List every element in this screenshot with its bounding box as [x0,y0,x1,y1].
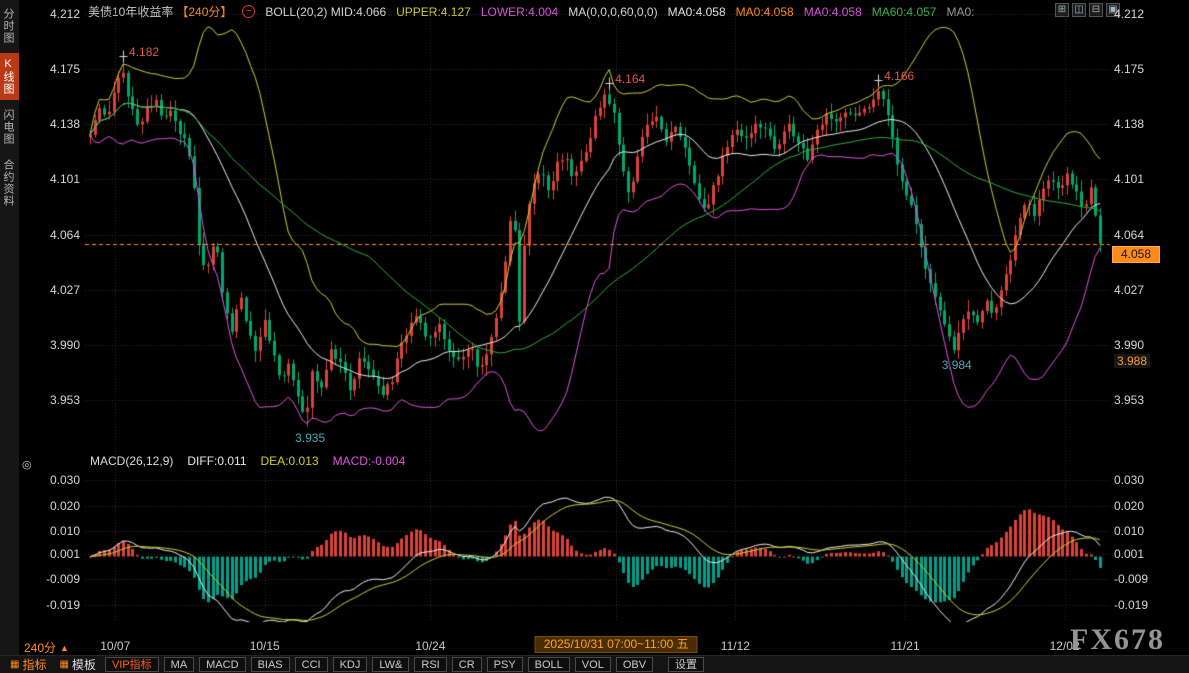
macd-tick-label: -0.009 [20,572,80,586]
toolbar-button-cci[interactable]: CCI [295,657,328,672]
toolbar-tab-templates[interactable]: ▦ 模板 [55,656,99,673]
macd-tick-label: 0.030 [20,473,80,487]
reference-price-marker: 3.988 [1114,354,1150,368]
price-tick-label: 4.064 [1114,228,1184,242]
macd-tick-label: -0.009 [1114,572,1184,586]
price-tick-label: 4.138 [1114,117,1184,131]
toolbar-button-obv[interactable]: OBV [616,657,653,672]
toolbar-button-vol[interactable]: VOL [575,657,611,672]
right-price-axis: 4.212 4.175 4.138 4.101 4.064 4.027 3.990 3.953… [1114,0,1184,634]
macd-tick-label: 0.020 [20,499,80,513]
macd-tick-label: 0.010 [1114,524,1184,538]
price-tick-label: 3.953 [20,393,80,407]
macd-tick-label: 0.020 [1114,499,1184,513]
price-tick-label: 3.990 [1114,338,1184,352]
date-label: 11/12 [721,639,750,653]
date-label: 10/24 [415,639,445,653]
selected-time-range: 2025/10/31 07:00~11:00 五 [535,636,698,653]
toolbar-button-ma[interactable]: MA [164,657,195,672]
macd-diff-value: DIFF:0.011 [187,454,246,468]
macd-legend: MACD(26,12,9) DIFF:0.011 DEA:0.013 MACD:… [90,454,405,468]
price-tick-label: 3.990 [20,338,80,352]
dropdown-up-icon: ▲ [60,643,69,653]
watermark: FX678 [1070,623,1165,657]
price-tick-label: 4.175 [20,62,80,76]
toolbar-button-rsi[interactable]: RSI [414,657,446,672]
grid-icon: ▦ [10,659,19,670]
toolbar-button-vip-indicators[interactable]: VIP指标 [105,657,159,672]
toolbar-tab-indicators[interactable]: ▦指标 [6,656,50,673]
price-tick-label: 4.175 [1114,62,1184,76]
toolbar-button-psy[interactable]: PSY [487,657,523,672]
macd-tick-label: 0.010 [20,524,80,538]
period-selector[interactable]: 240分 ▲ [24,639,69,656]
price-tick-label: 4.101 [1114,172,1184,186]
tab-label: 指标 [22,656,46,673]
macd-tick-label: 0.001 [1114,547,1184,561]
price-tick-label: 4.212 [20,7,80,21]
price-tick-label: 4.212 [1114,7,1184,21]
macd-hist-value: MACD:-0.004 [333,454,406,468]
price-chart-canvas[interactable] [85,0,1110,634]
price-tick-label: 4.138 [20,117,80,131]
period-selector-label: 240分 [24,639,56,656]
last-price-marker: 4.058 [1112,246,1160,263]
date-label: 10/07 [100,639,130,653]
macd-tick-label: -0.019 [1114,598,1184,612]
date-label: 10/15 [250,639,280,653]
price-tick-label: 4.101 [20,172,80,186]
macd-label: MACD(26,12,9) [90,454,173,468]
grid-icon: ▦ [59,659,68,670]
price-tick-label: 4.064 [20,228,80,242]
toolbar-button-kdj[interactable]: KDJ [333,657,368,672]
price-tick-label: 4.027 [20,283,80,297]
toolbar-button-boll[interactable]: BOLL [528,657,570,672]
price-tick-label: 3.953 [1114,393,1184,407]
macd-tick-label: 0.030 [1114,473,1184,487]
price-tick-label: 4.027 [1114,283,1184,297]
macd-tick-label: 0.001 [20,547,80,561]
panel-toggle-icon[interactable]: ◎ [22,458,32,471]
sidebar-item-tick-chart[interactable]: 闪电图 [0,104,19,150]
toolbar-button-lwr[interactable]: LW& [372,657,409,672]
toolbar-button-settings[interactable]: 设置 [668,657,704,672]
sidebar-item-kline-chart[interactable]: K线图 [0,53,19,100]
bottom-toolbar: ▦指标▦模板VIP指标MAMACDBIASCCIKDJLW&RSICRPSYBO… [0,655,1189,673]
sidebar-item-contract-info[interactable]: 合约资料 [0,154,19,212]
macd-dea-value: DEA:0.013 [261,454,319,468]
left-sidebar: 分时图 K线图闪电图合约资料 [0,0,19,655]
time-axis: 10/0710/1510/2411/1211/2112/022025/10/31… [85,637,1110,655]
macd-tick-label: -0.019 [20,598,80,612]
left-price-axis: 4.212 4.175 4.138 4.101 4.064 4.027 3.990 3.953… [20,0,80,634]
sidebar-item-timeshare-chart[interactable]: 分时图 [0,3,19,49]
app-window: 分时图K线图闪电图合约资料 美债10年收益率 【240分】 − BOLL(20,… [0,0,1189,673]
toolbar-button-bias[interactable]: BIAS [251,657,290,672]
toolbar-button-cr[interactable]: CR [452,657,482,672]
date-label: 11/21 [890,639,919,653]
toolbar-button-macd[interactable]: MACD [199,657,245,672]
tab-label: 模板 [72,656,96,673]
